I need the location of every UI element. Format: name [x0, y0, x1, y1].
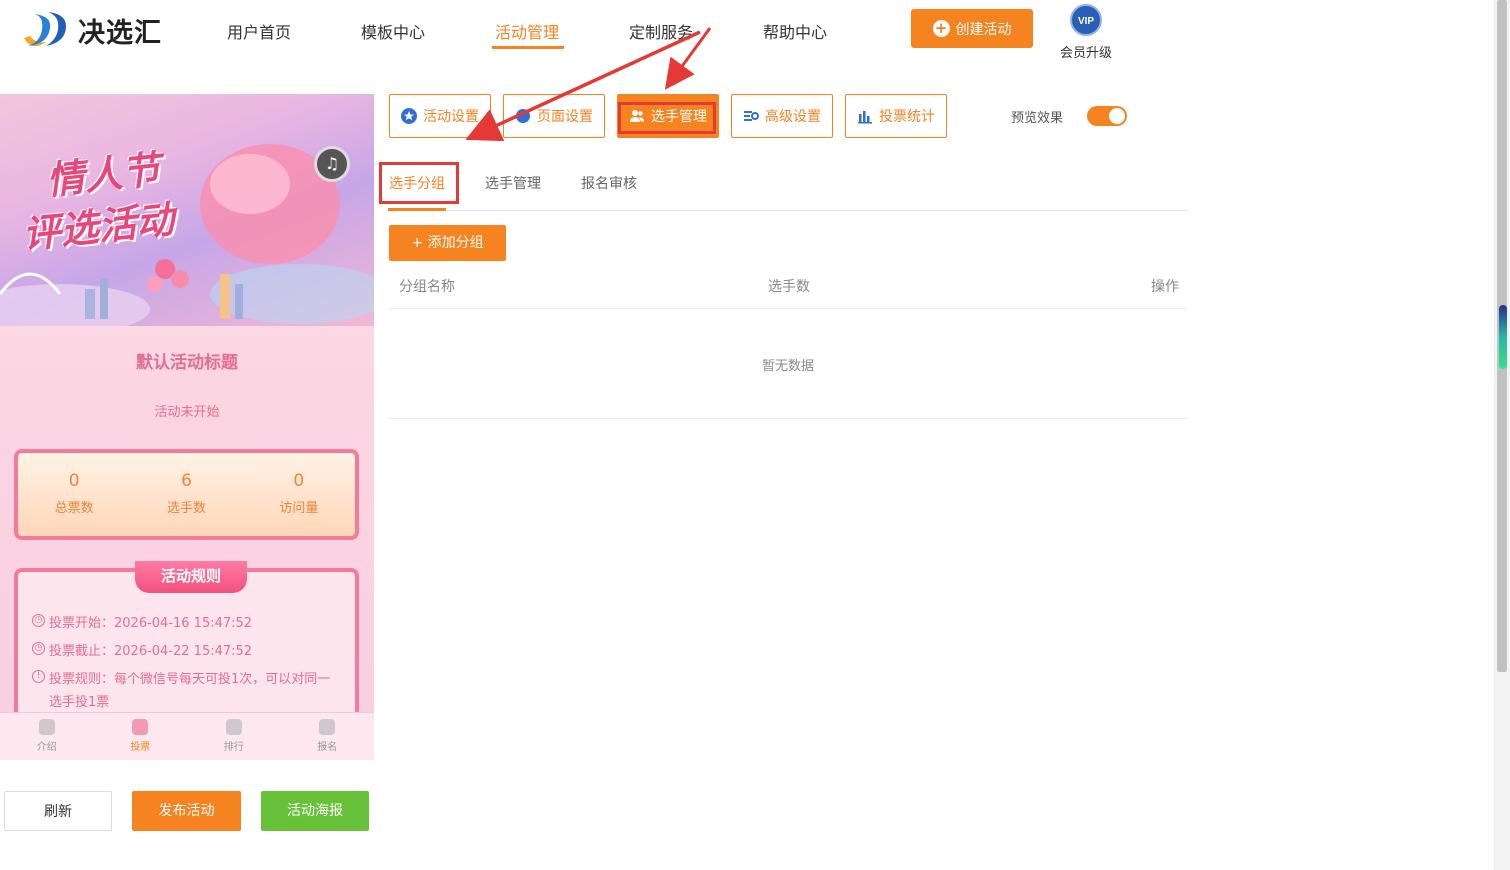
- tab-ranking[interactable]: 排行: [187, 713, 281, 760]
- page-scrollbar[interactable]: [1494, 0, 1510, 870]
- clock-icon: ◷: [32, 642, 45, 655]
- table-header-divider: [388, 308, 1188, 309]
- logo[interactable]: 决选汇: [18, 8, 162, 52]
- rule-text: 投票规则：每个微信号每天可投1次，可以对同一选手投1票: [49, 672, 331, 710]
- rule-vote-start: ◷ 投票开始：2026-04-16 15:47:52: [32, 612, 339, 635]
- rule-text: 投票开始：2026-04-16 15:47:52: [49, 616, 253, 631]
- nav-user-home[interactable]: 用户首页: [227, 19, 291, 43]
- star-circle-icon: [401, 108, 417, 124]
- vip-label: 会员升级: [1059, 46, 1112, 61]
- tab-label: 投票: [130, 742, 151, 753]
- add-group-button[interactable]: + 添加分组: [389, 225, 506, 261]
- tool-page-settings[interactable]: 页面设置: [503, 94, 605, 138]
- trophy-icon: [225, 719, 242, 735]
- table-empty-text: 暂无数据: [761, 359, 814, 374]
- stat-value: 0: [68, 471, 80, 491]
- settings-sliders-icon: [744, 111, 759, 121]
- tab-label: 报名: [317, 742, 338, 753]
- clock-icon: ◷: [32, 614, 45, 627]
- table-bottom-divider: [388, 418, 1188, 419]
- toggle-knob: [1109, 108, 1125, 124]
- plus-circle-icon: +: [932, 20, 950, 37]
- rules-title: 活动规则: [135, 561, 247, 593]
- tool-vote-statistics[interactable]: 投票统计: [845, 94, 947, 138]
- rule-vote-rule: ! 投票规则：每个微信号每天可投1次，可以对同一选手投1票: [32, 668, 339, 714]
- side-indicator: [1499, 305, 1507, 369]
- stat-label: 选手数: [166, 501, 206, 516]
- rule-text: 投票截止：2026-04-22 15:47:52: [49, 644, 253, 659]
- tool-label: 高级设置: [765, 109, 821, 125]
- palette-icon: [516, 109, 530, 123]
- tool-label: 活动设置: [423, 109, 479, 125]
- highlight-box-contestant-groups: [379, 162, 459, 204]
- subtab-contestant-management[interactable]: 选手管理: [485, 173, 541, 193]
- preview-effect-toggle[interactable]: [1087, 106, 1127, 126]
- nav-active-underline: [492, 46, 564, 49]
- tool-label: 页面设置: [537, 109, 593, 125]
- tab-signup[interactable]: 报名: [281, 713, 375, 760]
- refresh-button[interactable]: 刷新: [4, 791, 112, 831]
- subtab-active-underline: [388, 208, 446, 211]
- vip-upgrade[interactable]: VIP 会员升级: [1058, 3, 1114, 61]
- nav-template-center[interactable]: 模板中心: [361, 19, 425, 43]
- tab-vote[interactable]: 投票: [94, 713, 188, 760]
- stat-value: 6: [181, 471, 192, 491]
- info-icon: !: [32, 670, 45, 683]
- stat-label: 访问量: [279, 501, 319, 516]
- logo-text: 决选汇: [78, 17, 162, 49]
- column-group-name: 分组名称: [399, 279, 455, 295]
- column-contestant-count: 选手数: [768, 279, 810, 295]
- tool-advanced-settings[interactable]: 高级设置: [731, 94, 833, 138]
- bar-chart-icon: [858, 111, 872, 124]
- top-header: 决选汇 用户首页 模板中心 活动管理 定制服务 帮助中心 + 创建活动 VIP …: [0, 0, 1510, 62]
- subtab-divider: [388, 210, 1188, 211]
- create-activity-label: 创建活动: [955, 21, 1012, 38]
- preview-effect-label: 预览效果: [1011, 111, 1064, 126]
- logo-icon: [24, 12, 66, 47]
- heart-icon: [132, 719, 149, 735]
- nav-custom-service[interactable]: 定制服务: [629, 19, 693, 43]
- rules-panel: 活动规则 ◷ 投票开始：2026-04-16 15:47:52 ◷ 投票截止：2…: [14, 561, 359, 728]
- tool-label: 投票统计: [879, 109, 935, 125]
- tab-label: 介绍: [36, 742, 57, 753]
- vip-badge-icon: VIP: [1070, 4, 1102, 36]
- preview-banner: 情人节 评选活动 ♫: [0, 94, 374, 326]
- highlight-box-contestant-management: [618, 102, 716, 134]
- column-actions: 操作: [1151, 279, 1179, 295]
- stat-contestants: 6 选手数: [130, 453, 242, 536]
- vip-badge-text: VIP: [1078, 16, 1094, 27]
- activity-status: 活动未开始: [154, 405, 220, 420]
- nav-help-center[interactable]: 帮助中心: [763, 19, 827, 43]
- create-activity-button[interactable]: + 创建活动: [911, 9, 1033, 48]
- stat-total-votes: 0 总票数: [18, 453, 130, 536]
- activity-poster-button[interactable]: 活动海报: [261, 791, 369, 831]
- publish-activity-button[interactable]: 发布活动: [132, 791, 241, 831]
- preview-tabbar: 介绍 投票 排行 报名: [0, 712, 374, 760]
- tab-intro[interactable]: 介绍: [0, 713, 94, 760]
- tool-activity-settings[interactable]: 活动设置: [389, 94, 491, 138]
- rule-vote-end: ◷ 投票截止：2026-04-22 15:47:52: [32, 640, 339, 663]
- stats-panel: 0 总票数 6 选手数 0 访问量: [14, 449, 359, 540]
- form-icon: [319, 719, 336, 735]
- music-icon[interactable]: ♫: [314, 146, 350, 182]
- stat-value: 0: [293, 471, 305, 491]
- subtab-signup-review[interactable]: 报名审核: [581, 173, 637, 193]
- tab-label: 排行: [223, 742, 244, 753]
- smile-icon: [38, 719, 55, 735]
- activity-title: 默认活动标题: [136, 353, 238, 373]
- nav-activity-management[interactable]: 活动管理: [495, 19, 559, 43]
- stat-visits: 0 访问量: [243, 453, 355, 536]
- stat-label: 总票数: [54, 501, 94, 516]
- mobile-preview: 情人节 评选活动 ♫ 默认活动标题 活动未开始 0 总票数 6 选手数 0 访问…: [0, 94, 374, 760]
